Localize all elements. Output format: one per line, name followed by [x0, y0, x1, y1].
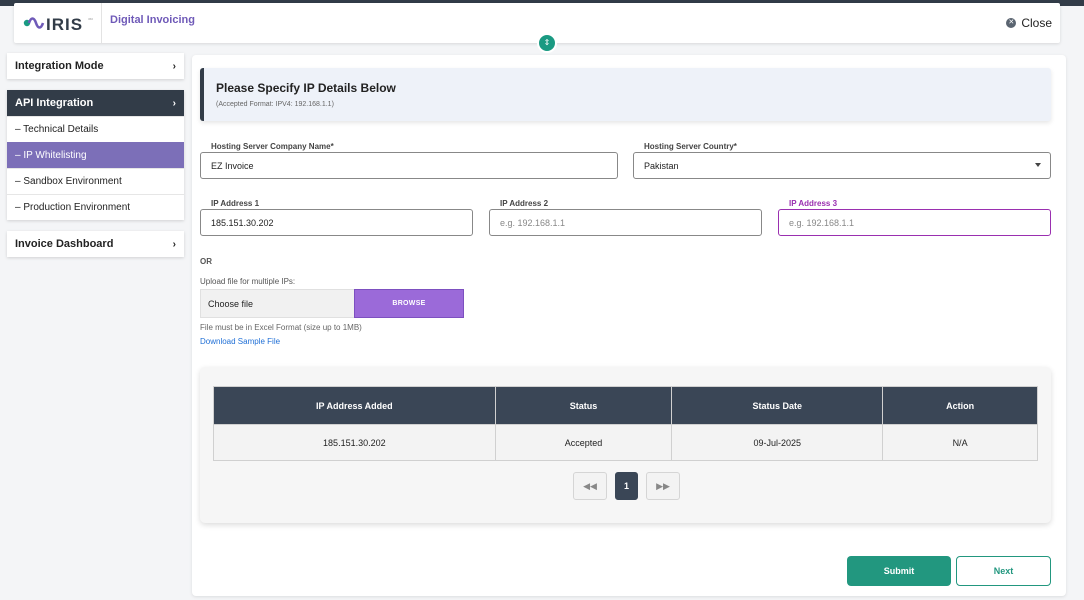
- chevron-right-icon: ›: [172, 238, 176, 250]
- iris-logo: IRIS 360: [22, 11, 100, 35]
- next-button[interactable]: Next: [956, 556, 1051, 586]
- chevron-right-icon: ›: [172, 97, 176, 109]
- browse-button[interactable]: BROWSE: [354, 289, 464, 318]
- sidebar-item-integration-mode[interactable]: Integration Mode ›: [7, 53, 184, 79]
- banner-title: Please Specify IP Details Below: [216, 81, 396, 95]
- choose-file-input[interactable]: Choose file: [200, 289, 354, 318]
- sidebar-invoice-dashboard-card: Invoice Dashboard ›: [7, 231, 184, 257]
- sidebar-item-label: Integration Mode: [15, 60, 104, 72]
- file-format-note: File must be in Excel Format (size up to…: [200, 323, 362, 332]
- company-name-label: Hosting Server Company Name*: [208, 142, 337, 151]
- ip-address-3-input[interactable]: e.g. 192.168.1.1: [778, 209, 1051, 236]
- country-select[interactable]: Pakistan: [633, 152, 1051, 179]
- collapse-toggle-icon[interactable]: ⇕: [537, 33, 557, 53]
- column-header: Status: [494, 386, 673, 425]
- ip-address-3-field: e.g. 192.168.1.1 IP Address 3: [778, 199, 1051, 236]
- sidebar-api-integration-card: API Integration › – Technical Details – …: [7, 90, 184, 220]
- header-divider: [101, 3, 102, 43]
- sidebar-integration-mode-card: Integration Mode ›: [7, 53, 184, 79]
- ip-address-1-input[interactable]: 185.151.30.202: [200, 209, 473, 236]
- ip-address-2-field: e.g. 192.168.1.1 IP Address 2: [489, 199, 762, 236]
- company-name-input[interactable]: EZ Invoice: [200, 152, 618, 179]
- ip-address-2-label: IP Address 2: [497, 199, 552, 208]
- main-panel: Please Specify IP Details Below (Accepte…: [192, 55, 1066, 596]
- sidebar-subitem-sandbox-environment[interactable]: – Sandbox Environment: [7, 168, 184, 194]
- upload-label: Upload file for multiple IPs:: [200, 277, 296, 286]
- table-cell-date: 09-Jul-2025: [671, 424, 884, 461]
- sidebar-item-invoice-dashboard[interactable]: Invoice Dashboard ›: [7, 231, 184, 257]
- table-cell-status: Accepted: [494, 424, 673, 461]
- ip-address-1-label: IP Address 1: [208, 199, 263, 208]
- table-cell-action: N/A: [882, 424, 1038, 461]
- sidebar-item-label: Invoice Dashboard: [15, 238, 114, 250]
- sidebar-subitem-technical-details[interactable]: – Technical Details: [7, 116, 184, 142]
- country-label: Hosting Server Country*: [641, 142, 740, 151]
- chevron-right-icon: ›: [172, 60, 176, 72]
- double-chevron-left-icon: ◀◀: [583, 480, 597, 491]
- ip-details-banner: Please Specify IP Details Below (Accepte…: [200, 68, 1051, 121]
- app-header: IRIS 360 Digital Invoicing ✕ Close: [14, 3, 1060, 43]
- page-button[interactable]: 1: [615, 472, 638, 500]
- company-name-field: EZ Invoice Hosting Server Company Name*: [200, 142, 618, 179]
- sidebar-subitem-production-environment[interactable]: – Production Environment: [7, 194, 184, 220]
- ip-address-1-field: 185.151.30.202 IP Address 1: [200, 199, 473, 236]
- download-sample-link[interactable]: Download Sample File: [200, 337, 280, 346]
- sidebar-subitem-ip-whitelisting[interactable]: – IP Whitelisting: [7, 142, 184, 168]
- prev-page-button[interactable]: ◀◀: [573, 472, 607, 500]
- close-button[interactable]: ✕ Close: [1006, 16, 1052, 30]
- app-title: Digital Invoicing: [110, 14, 195, 26]
- svg-text:360: 360: [88, 17, 93, 21]
- double-chevron-right-icon: ▶▶: [656, 480, 670, 491]
- close-icon: ✕: [1006, 18, 1017, 28]
- pagination: ◀◀ 1 ▶▶: [573, 472, 680, 500]
- next-page-button[interactable]: ▶▶: [646, 472, 680, 500]
- submit-button[interactable]: Submit: [847, 556, 951, 586]
- sidebar-item-label: API Integration: [15, 97, 94, 109]
- column-header: IP Address Added: [213, 386, 496, 425]
- ip-table-card: IP Address Added Status Status Date Acti…: [200, 367, 1051, 523]
- country-field: Pakistan Hosting Server Country*: [633, 142, 1051, 179]
- column-header: Action: [882, 386, 1038, 425]
- svg-text:IRIS: IRIS: [46, 15, 83, 34]
- banner-subtitle: (Accepted Format: IPV4: 192.168.1.1): [216, 101, 334, 108]
- ip-address-3-label: IP Address 3: [786, 199, 841, 208]
- table-row: 185.151.30.202 Accepted 09-Jul-2025 N/A: [213, 424, 1038, 461]
- table-header-row: IP Address Added Status Status Date Acti…: [213, 386, 1038, 425]
- or-separator: OR: [200, 257, 212, 266]
- ip-address-2-input[interactable]: e.g. 192.168.1.1: [489, 209, 762, 236]
- close-label: Close: [1021, 16, 1052, 30]
- caret-down-icon: [1035, 163, 1041, 167]
- column-header: Status Date: [671, 386, 884, 425]
- table-cell-ip: 185.151.30.202: [213, 424, 496, 461]
- ip-table: IP Address Added Status Status Date Acti…: [213, 386, 1038, 461]
- sidebar-item-api-integration[interactable]: API Integration ›: [7, 90, 184, 116]
